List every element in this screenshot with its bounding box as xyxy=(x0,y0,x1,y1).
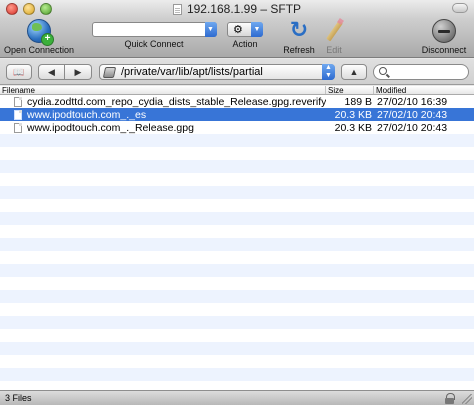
action-group: ⚙ ▼ Action xyxy=(226,19,264,49)
right-arrow-icon: ▶ xyxy=(74,66,82,77)
column-header-modified[interactable]: Modified xyxy=(374,86,474,94)
refresh-label: Refresh xyxy=(283,45,315,55)
status-text: 3 Files xyxy=(5,393,32,403)
lock-icon xyxy=(445,393,455,404)
parent-folder-button[interactable]: ▲ xyxy=(341,64,367,80)
back-button[interactable]: ◀ xyxy=(38,64,65,80)
disconnect-button[interactable]: Disconnect xyxy=(418,19,470,55)
modified-cell: 27/02/10 20:43 xyxy=(377,121,448,134)
table-row[interactable]: cydia.zodttd.com_repo_cydia_dists_stable… xyxy=(0,95,474,108)
toolbar-toggle-button[interactable] xyxy=(452,3,468,13)
filename-text: cydia.zodttd.com_repo_cydia_dists_stable… xyxy=(27,95,326,108)
filename-cell: www.ipodtouch.com_._es xyxy=(0,109,326,121)
empty-row xyxy=(0,173,474,186)
quick-connect-group: ▼ Quick Connect xyxy=(90,19,218,49)
toolbar: Open Connection ▼ Quick Connect ⚙ ▼ Acti… xyxy=(0,18,474,58)
refresh-button[interactable]: ↻ Refresh xyxy=(283,17,315,56)
file-icon xyxy=(14,109,22,120)
disconnect-icon xyxy=(432,19,456,43)
refresh-icon: ↻ xyxy=(289,17,309,42)
chevron-down-icon: ▼ xyxy=(251,22,263,37)
filename-text: www.ipodtouch.com_._es xyxy=(27,108,147,121)
filename-text: www.ipodtouch.com_._Release.gpg xyxy=(27,121,194,134)
empty-row xyxy=(0,147,474,160)
document-icon xyxy=(172,3,182,15)
empty-row xyxy=(0,355,474,368)
window-title-text: 192.168.1.99 – SFTP xyxy=(186,2,302,16)
book-icon: 📖 xyxy=(13,66,25,77)
bookmarks-toggle-button[interactable]: 📖 xyxy=(6,64,32,80)
column-header-size[interactable]: Size xyxy=(326,86,374,94)
edit-label: Edit xyxy=(326,45,342,55)
file-browser-table: Filename Size Modified cydia.zodttd.com_… xyxy=(0,86,474,405)
pencil-icon xyxy=(323,19,345,43)
empty-row xyxy=(0,225,474,238)
up-arrow-icon: ▲ xyxy=(349,67,359,77)
table-row[interactable]: www.ipodtouch.com_._Release.gpg 20.3 KB … xyxy=(0,121,474,134)
search-icon xyxy=(379,67,387,75)
empty-row xyxy=(0,212,474,225)
title-bar: 192.168.1.99 – SFTP xyxy=(0,0,474,18)
search-field[interactable] xyxy=(373,64,469,80)
empty-row xyxy=(0,277,474,290)
empty-row xyxy=(0,368,474,381)
history-segment: ◀ ▶ xyxy=(38,64,92,80)
empty-row xyxy=(0,329,474,342)
empty-row xyxy=(0,238,474,251)
close-window-button[interactable] xyxy=(6,3,18,15)
empty-rows xyxy=(0,134,474,405)
quick-connect-label: Quick Connect xyxy=(124,39,184,49)
modified-cell: 27/02/10 16:39 xyxy=(377,95,448,108)
window-title: 192.168.1.99 – SFTP xyxy=(172,2,302,16)
globe-add-icon xyxy=(27,19,54,46)
minimize-window-button[interactable] xyxy=(23,3,35,15)
size-cell: 189 B xyxy=(344,95,372,108)
size-cell: 20.3 KB xyxy=(334,121,372,134)
action-label: Action xyxy=(232,39,258,49)
status-bar: 3 Files xyxy=(0,390,474,405)
edit-button[interactable]: Edit xyxy=(322,19,346,55)
filename-cell: www.ipodtouch.com_._Release.gpg xyxy=(0,122,326,134)
gear-icon: ⚙ xyxy=(233,24,243,36)
zoom-window-button[interactable] xyxy=(40,3,52,15)
path-text: /private/var/lib/apt/lists/partial xyxy=(121,66,263,78)
empty-row xyxy=(0,134,474,147)
disconnect-label: Disconnect xyxy=(421,45,467,55)
open-connection-button[interactable]: Open Connection xyxy=(4,19,74,55)
left-arrow-icon: ◀ xyxy=(48,66,55,77)
table-header: Filename Size Modified xyxy=(0,86,474,95)
empty-row xyxy=(0,251,474,264)
size-cell: 20.3 KB xyxy=(334,108,372,121)
chevron-down-icon[interactable]: ▼ xyxy=(204,22,217,37)
updown-arrows-icon: ▲ ▼ xyxy=(322,64,335,80)
empty-row xyxy=(0,186,474,199)
window-controls xyxy=(6,3,52,15)
modified-cell: 27/02/10 20:43 xyxy=(377,108,448,121)
empty-row xyxy=(0,290,474,303)
open-connection-label: Open Connection xyxy=(3,45,75,55)
empty-row xyxy=(0,264,474,277)
filename-cell: cydia.zodttd.com_repo_cydia_dists_stable… xyxy=(0,96,326,108)
forward-button[interactable]: ▶ xyxy=(65,64,92,80)
empty-row xyxy=(0,303,474,316)
empty-row xyxy=(0,342,474,355)
quick-connect-combobox[interactable]: ▼ xyxy=(91,22,217,37)
column-header-filename[interactable]: Filename xyxy=(0,86,326,94)
navigation-bar: 📖 ◀ ▶ /private/var/lib/apt/lists/partial… xyxy=(0,59,474,85)
empty-row xyxy=(0,316,474,329)
disk-icon xyxy=(102,66,117,78)
table-row-selected[interactable]: www.ipodtouch.com_._es 20.3 KB 27/02/10 … xyxy=(0,108,474,121)
file-icon xyxy=(14,122,22,133)
empty-row xyxy=(0,160,474,173)
action-menu-button[interactable]: ⚙ ▼ xyxy=(227,22,263,37)
resize-grip-icon[interactable] xyxy=(462,394,472,404)
path-dropdown[interactable]: /private/var/lib/apt/lists/partial ▲ ▼ xyxy=(99,64,335,80)
empty-row xyxy=(0,199,474,212)
file-icon xyxy=(14,96,22,107)
